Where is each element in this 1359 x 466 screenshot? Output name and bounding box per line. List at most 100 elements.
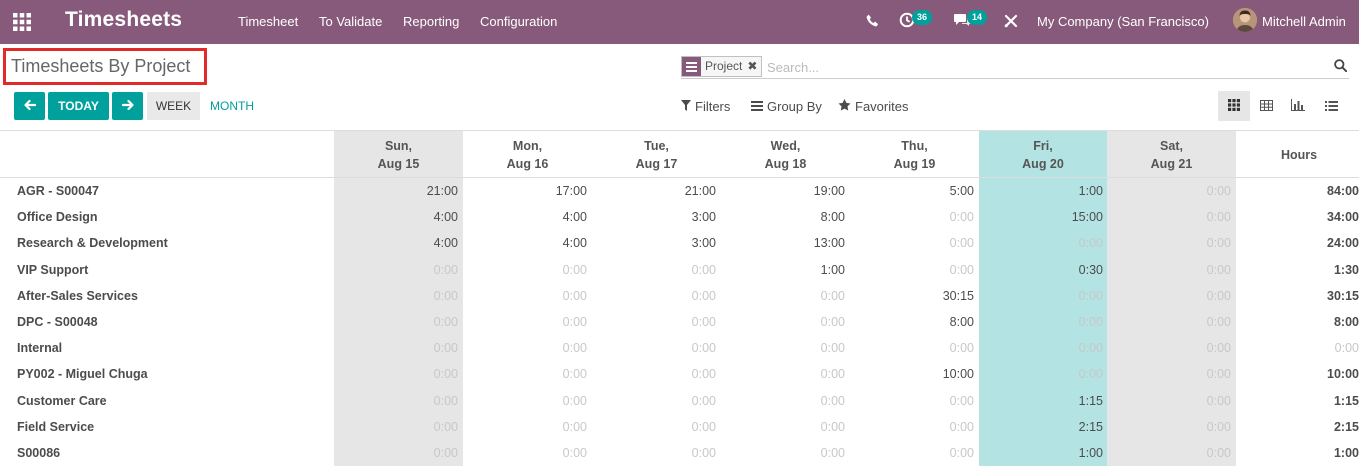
timesheet-cell[interactable]: 0:00 xyxy=(1105,446,1231,460)
timesheet-cell[interactable]: 0:00 xyxy=(590,341,716,355)
search-icon[interactable] xyxy=(1334,59,1348,75)
timesheet-cell[interactable]: 0:00 xyxy=(977,367,1103,381)
timesheet-cell[interactable]: 0:00 xyxy=(461,420,587,434)
timesheet-cell[interactable]: 0:00 xyxy=(461,289,587,303)
timesheet-cell[interactable]: 0:00 xyxy=(1105,367,1231,381)
facet-remove-icon[interactable]: ✖ xyxy=(745,57,761,76)
timesheet-cell[interactable]: 5:00 xyxy=(848,184,974,198)
company-switcher[interactable]: My Company (San Francisco) xyxy=(1037,14,1209,29)
timesheet-cell[interactable]: 8:00 xyxy=(848,315,974,329)
timesheet-cell[interactable]: 4:00 xyxy=(332,236,458,250)
timesheet-cell[interactable]: 0:00 xyxy=(332,420,458,434)
month-button[interactable]: MONTH xyxy=(210,99,254,113)
timesheet-cell[interactable]: 0:00 xyxy=(719,289,845,303)
timesheet-cell[interactable]: 3:00 xyxy=(590,236,716,250)
group-by-menu[interactable]: Group By xyxy=(751,99,822,114)
timesheet-cell[interactable]: 0:00 xyxy=(590,420,716,434)
timesheet-cell[interactable]: 0:00 xyxy=(848,236,974,250)
timesheet-cell[interactable]: 0:00 xyxy=(590,289,716,303)
timesheet-cell[interactable]: 0:00 xyxy=(461,263,587,277)
timesheet-cell[interactable]: 0:00 xyxy=(977,341,1103,355)
timesheet-cell[interactable]: 0:00 xyxy=(848,394,974,408)
favorites-menu[interactable]: Favorites xyxy=(838,99,908,114)
menu-to-validate[interactable]: To Validate xyxy=(319,14,382,29)
timesheet-cell[interactable]: 0:00 xyxy=(1105,263,1231,277)
timesheet-cell[interactable]: 0:00 xyxy=(719,394,845,408)
timesheet-cell[interactable]: 19:00 xyxy=(719,184,845,198)
timesheet-cell[interactable]: 30:15 xyxy=(848,289,974,303)
search-input[interactable] xyxy=(767,57,1307,77)
timesheet-cell[interactable]: 0:00 xyxy=(461,367,587,381)
timesheet-cell[interactable]: 0:00 xyxy=(719,367,845,381)
debug-tools-icon[interactable] xyxy=(1004,14,1018,31)
timesheet-cell[interactable]: 2:15 xyxy=(977,420,1103,434)
timesheet-cell[interactable]: 0:00 xyxy=(1105,420,1231,434)
timesheet-cell[interactable]: 4:00 xyxy=(461,210,587,224)
timesheet-cell[interactable]: 8:00 xyxy=(719,210,845,224)
timesheet-cell[interactable]: 0:00 xyxy=(848,210,974,224)
timesheet-cell[interactable]: 1:00 xyxy=(719,263,845,277)
timesheet-cell[interactable]: 0:00 xyxy=(332,341,458,355)
timesheet-cell[interactable]: 0:00 xyxy=(1105,394,1231,408)
timesheet-cell[interactable]: 0:00 xyxy=(719,315,845,329)
grid-view-button[interactable] xyxy=(1218,91,1250,121)
next-button[interactable] xyxy=(112,92,143,120)
previous-button[interactable] xyxy=(14,92,45,120)
timesheet-cell[interactable]: 0:00 xyxy=(461,394,587,408)
today-button[interactable]: TODAY xyxy=(48,92,109,120)
week-button[interactable]: WEEK xyxy=(147,92,200,120)
user-avatar[interactable] xyxy=(1233,8,1257,32)
timesheet-cell[interactable]: 0:00 xyxy=(590,367,716,381)
menu-timesheet[interactable]: Timesheet xyxy=(238,14,298,29)
timesheet-cell[interactable]: 0:00 xyxy=(332,446,458,460)
timesheet-cell[interactable]: 0:00 xyxy=(461,315,587,329)
timesheet-cell[interactable]: 0:00 xyxy=(977,289,1103,303)
user-menu[interactable]: Mitchell Admin xyxy=(1262,14,1346,29)
timesheet-cell[interactable]: 1:00 xyxy=(977,446,1103,460)
timesheet-cell[interactable]: 0:00 xyxy=(848,341,974,355)
phone-icon[interactable] xyxy=(866,14,879,30)
timesheet-cell[interactable]: 0:00 xyxy=(332,263,458,277)
timesheet-cell[interactable]: 0:00 xyxy=(332,289,458,303)
timesheet-cell[interactable]: 15:00 xyxy=(977,210,1103,224)
timesheet-cell[interactable]: 0:00 xyxy=(719,446,845,460)
filters-menu[interactable]: Filters xyxy=(681,99,730,114)
timesheet-cell[interactable]: 0:00 xyxy=(719,420,845,434)
timesheet-cell[interactable]: 13:00 xyxy=(719,236,845,250)
timesheet-cell[interactable]: 0:00 xyxy=(1105,289,1231,303)
timesheet-cell[interactable]: 0:00 xyxy=(977,236,1103,250)
menu-reporting[interactable]: Reporting xyxy=(403,14,459,29)
graph-view-button[interactable] xyxy=(1282,91,1314,121)
timesheet-cell[interactable]: 0:00 xyxy=(590,263,716,277)
timesheet-cell[interactable]: 0:00 xyxy=(1105,184,1231,198)
timesheet-cell[interactable]: 0:30 xyxy=(977,263,1103,277)
timesheet-cell[interactable]: 0:00 xyxy=(590,446,716,460)
timesheet-cell[interactable]: 21:00 xyxy=(590,184,716,198)
timesheet-cell[interactable]: 17:00 xyxy=(461,184,587,198)
menu-configuration[interactable]: Configuration xyxy=(480,14,557,29)
timesheet-cell[interactable]: 0:00 xyxy=(848,420,974,434)
pivot-view-button[interactable] xyxy=(1250,91,1282,121)
timesheet-cell[interactable]: 0:00 xyxy=(848,263,974,277)
timesheet-cell[interactable]: 3:00 xyxy=(590,210,716,224)
timesheet-cell[interactable]: 0:00 xyxy=(590,315,716,329)
timesheet-cell[interactable]: 0:00 xyxy=(1105,236,1231,250)
timesheet-cell[interactable]: 4:00 xyxy=(332,210,458,224)
timesheet-cell[interactable]: 0:00 xyxy=(590,394,716,408)
timesheet-cell[interactable]: 10:00 xyxy=(848,367,974,381)
apps-menu-icon[interactable] xyxy=(13,13,31,31)
timesheet-cell[interactable]: 0:00 xyxy=(1105,210,1231,224)
timesheet-cell[interactable]: 21:00 xyxy=(332,184,458,198)
list-view-button[interactable] xyxy=(1315,91,1347,121)
timesheet-cell[interactable]: 0:00 xyxy=(461,341,587,355)
timesheet-cell[interactable]: 0:00 xyxy=(977,315,1103,329)
timesheet-cell[interactable]: 1:15 xyxy=(977,394,1103,408)
timesheet-cell[interactable]: 4:00 xyxy=(461,236,587,250)
timesheet-cell[interactable]: 0:00 xyxy=(461,446,587,460)
timesheet-cell[interactable]: 0:00 xyxy=(332,367,458,381)
timesheet-cell[interactable]: 0:00 xyxy=(332,315,458,329)
timesheet-cell[interactable]: 0:00 xyxy=(1105,341,1231,355)
app-title[interactable]: Timesheets xyxy=(65,8,182,32)
timesheet-cell[interactable]: 0:00 xyxy=(719,341,845,355)
timesheet-cell[interactable]: 1:00 xyxy=(977,184,1103,198)
